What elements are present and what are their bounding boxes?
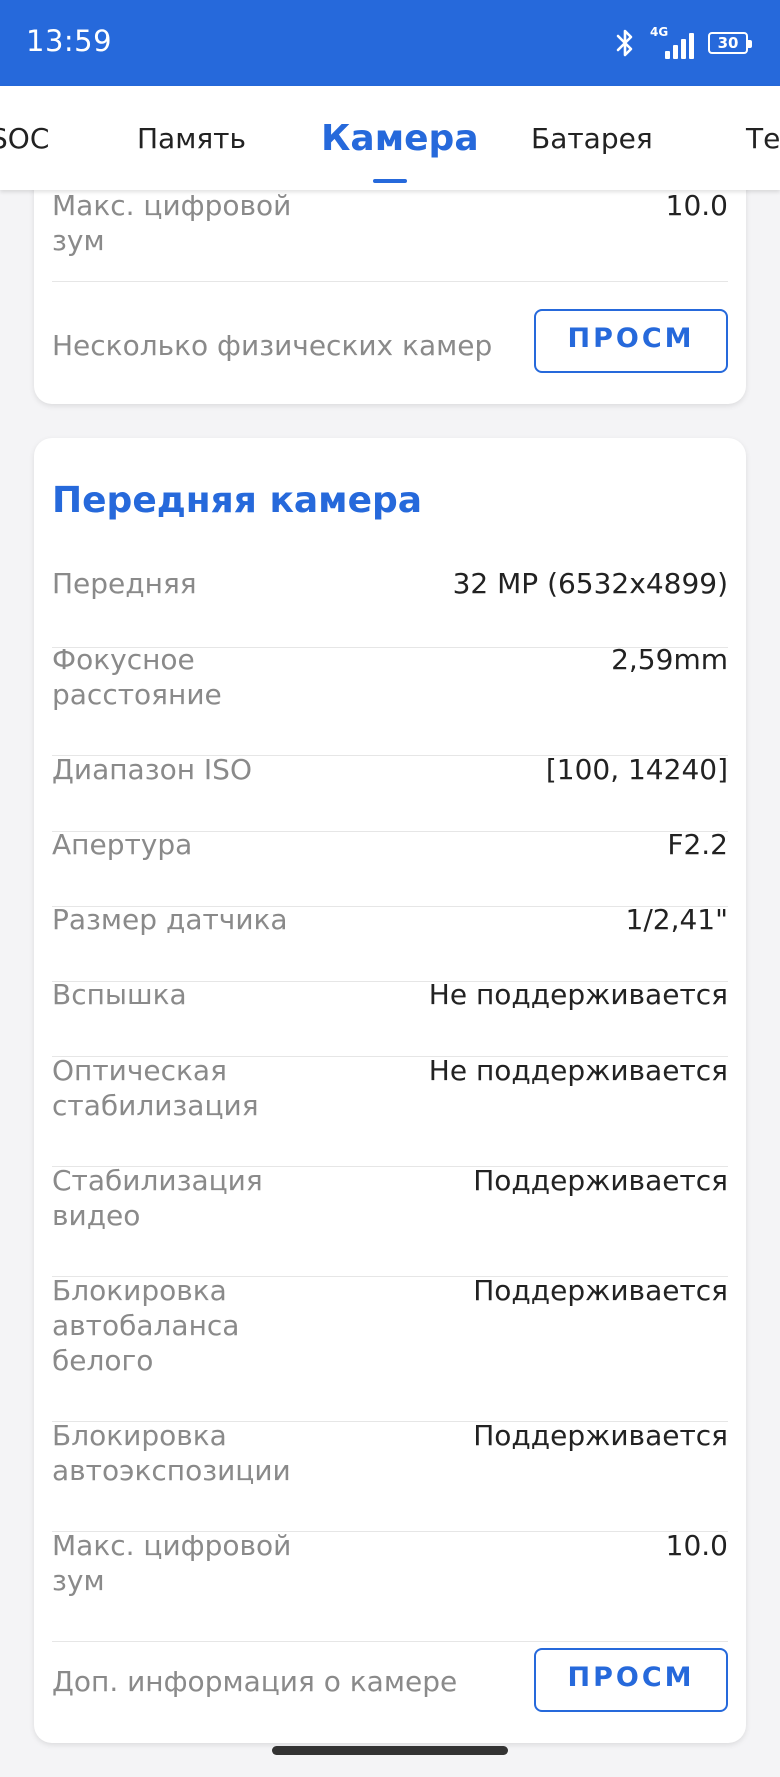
tab-battery[interactable]: Батарея [531,86,653,190]
row-value: 1/2,41" [625,903,728,936]
row-label: Стабилизация видео [52,1164,263,1232]
info-row: Апертура F2.2 [52,827,728,907]
info-row: Фокусное расстояние 2,59mm [52,642,728,756]
row-label: Оптическая стабилизация [52,1054,259,1122]
tab-camera[interactable]: Камера [321,86,479,190]
row-value: 2,59mm [611,643,728,676]
info-row: Макс. цифровой зум 10.0 [52,1528,728,1642]
row-label: Макс. цифровой зум [52,1529,292,1597]
row-label: Вспышка [52,978,187,1011]
home-indicator[interactable] [272,1746,508,1755]
row-label: Блокировка автобаланса белого [52,1274,240,1377]
row-label: Доп. информация о камере [52,1665,458,1698]
row-value: Поддерживается [473,1419,728,1452]
tab-indicator [373,179,407,183]
tab-memory[interactable]: Память [137,86,246,190]
row-label: Апертура [52,828,193,861]
bluetooth-icon [616,29,633,57]
row-label: Передняя [52,567,197,600]
view-extra-camera-info-button[interactable]: ПРОСМ [534,1648,728,1712]
row-label: Диапазон ISO [52,753,252,786]
row-label: Блокировка автоэкспозиции [52,1419,291,1487]
info-row: Диапазон ISO [100, 14240] [52,752,728,832]
info-row: Макс. цифровой зум 10.0 [52,188,728,282]
row-label: Фокусное расстояние [52,643,222,711]
info-row: Блокировка автобаланса белого Поддержива… [52,1273,728,1422]
front-camera-card: Передняя камера Передняя 32 MP (6532x489… [34,438,746,1743]
row-label: Размер датчика [52,903,288,936]
row-value: Поддерживается [473,1164,728,1197]
row-value: Поддерживается [473,1274,728,1307]
info-row: Размер датчика 1/2,41" [52,902,728,982]
row-value: 32 MP (6532x4899) [452,567,728,600]
row-value: F2.2 [667,828,728,861]
row-value: Не поддерживается [428,1054,728,1087]
info-row: Вспышка Не поддерживается [52,977,728,1057]
info-row: Передняя 32 MP (6532x4899) [52,566,728,648]
tab-bar: SOC Память Камера Батарея Те [0,86,780,190]
row-value: [100, 14240] [545,753,728,786]
battery-level: 30 [717,33,739,52]
row-label: Макс. цифровой зум [52,189,292,257]
tab-soc[interactable]: SOC [0,86,49,190]
view-physical-cameras-button[interactable]: ПРОСМ [534,309,728,373]
info-row: Блокировка автоэкспозиции Поддерживается [52,1418,728,1532]
status-icons: 4G 30 [614,25,752,60]
signal-icon: 4G [650,25,694,59]
row-value: 10.0 [665,1529,728,1562]
battery-icon: 30 [708,32,752,54]
status-time: 13:59 [26,24,113,58]
section-title: Передняя камера [52,480,423,521]
row-value: 10.0 [665,189,728,222]
status-bar: 13:59 4G 30 [0,0,780,86]
row-label: Несколько физических камер [52,329,493,362]
info-row: Оптическая стабилизация Не поддерживаетс… [52,1053,728,1167]
row-value: Не поддерживается [428,978,728,1011]
info-row: Стабилизация видео Поддерживается [52,1163,728,1277]
tab-next[interactable]: Те [746,86,780,190]
